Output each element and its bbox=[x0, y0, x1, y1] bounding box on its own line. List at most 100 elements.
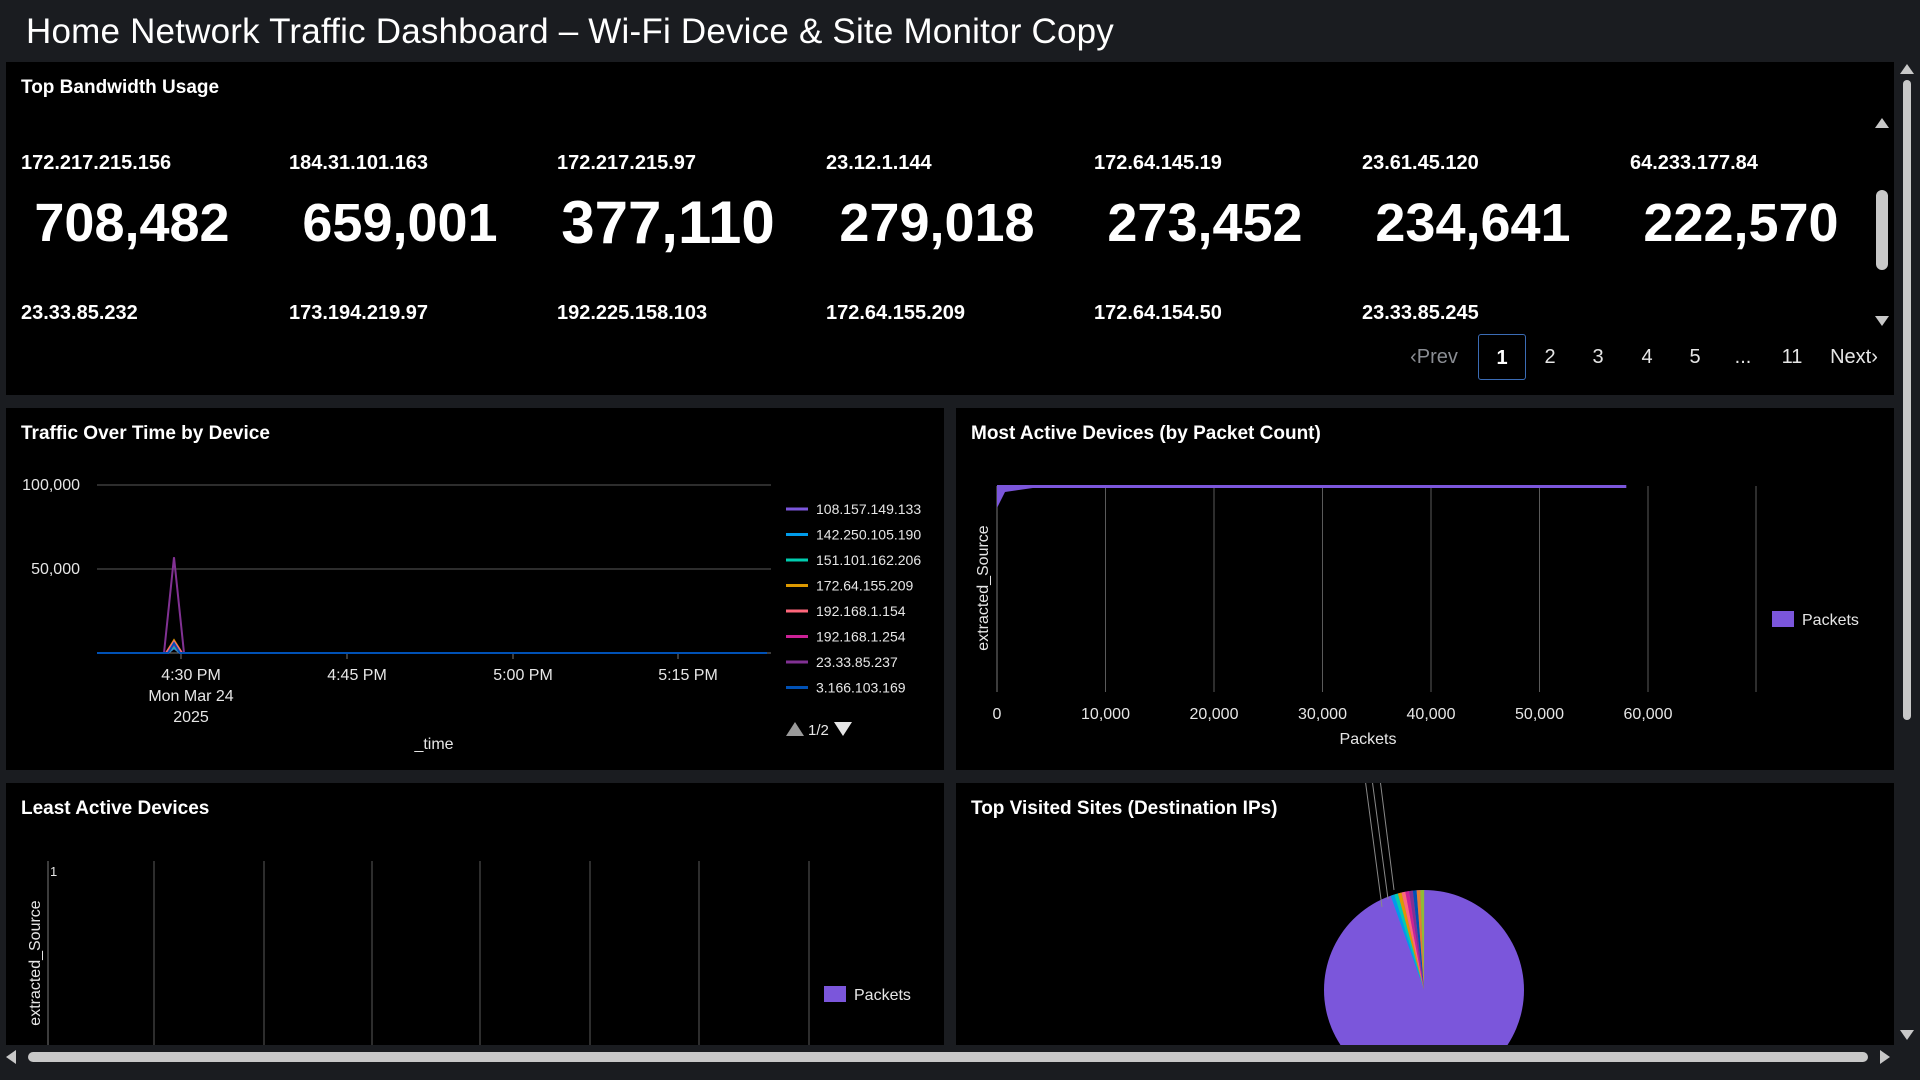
bar[interactable] bbox=[997, 485, 1627, 488]
legend-item[interactable]: 142.250.105.190 bbox=[816, 527, 921, 543]
pagination-page-5[interactable]: 5 bbox=[1671, 334, 1719, 380]
ip-label: 23.12.1.144 bbox=[826, 152, 932, 174]
single-value[interactable]: 222,570 bbox=[1621, 192, 1861, 254]
scrollbar-thumb[interactable] bbox=[28, 1052, 1868, 1062]
single-value[interactable]: 377,110 bbox=[548, 188, 788, 257]
legend-item[interactable]: Packets bbox=[1802, 612, 1859, 629]
single-value[interactable]: 659,001 bbox=[280, 192, 520, 254]
top-visited-sites-panel: Top Visited Sites (Destination IPs) 108.… bbox=[956, 783, 1894, 1045]
page-vertical-scrollbar[interactable] bbox=[1896, 62, 1918, 1042]
pagination-next-button[interactable]: Next› bbox=[1822, 334, 1886, 380]
x-axis-label: _time bbox=[413, 736, 453, 753]
y-tick-label: 100,000 bbox=[22, 477, 80, 494]
ip-label: 172.64.145.19 bbox=[1094, 152, 1222, 174]
most-active-bar-chart[interactable]: 0 10,000 20,000 30,000 40,000 50,000 60,000 Pac… bbox=[956, 408, 1894, 770]
x-tick-label: 10,000 bbox=[1081, 706, 1130, 723]
chevron-right-icon: › bbox=[1871, 346, 1878, 368]
scroll-right-icon[interactable] bbox=[1880, 1050, 1890, 1064]
series-line[interactable] bbox=[97, 642, 767, 654]
panel-title: Top Bandwidth Usage bbox=[21, 77, 220, 98]
single-value[interactable]: 279,018 bbox=[817, 192, 1057, 254]
chevron-left-icon: ‹ bbox=[1410, 346, 1417, 368]
ip-label: 172.64.154.50 bbox=[1094, 302, 1222, 324]
legend-item[interactable]: 192.168.1.154 bbox=[816, 603, 906, 619]
scroll-up-icon[interactable] bbox=[1900, 64, 1914, 74]
legend-prev-icon[interactable] bbox=[786, 722, 804, 736]
ip-label: 172.217.215.156 bbox=[21, 152, 172, 174]
legend-item[interactable]: 151.101.162.206 bbox=[816, 552, 921, 568]
legend-page-indicator: 1/2 bbox=[808, 722, 829, 739]
legend-item[interactable]: 192.168.1.254 bbox=[816, 629, 906, 645]
scroll-down-icon[interactable] bbox=[1900, 1030, 1914, 1040]
x-tick-label: 5:00 PM bbox=[493, 667, 553, 684]
pagination-ellipsis: ... bbox=[1734, 346, 1752, 368]
traffic-over-time-panel: Traffic Over Time by Device 100,000 50,00… bbox=[6, 408, 944, 770]
series-line[interactable] bbox=[97, 641, 767, 654]
scroll-up-icon[interactable] bbox=[1875, 118, 1889, 128]
legend-swatch bbox=[1772, 611, 1794, 627]
scrollbar-thumb[interactable] bbox=[1876, 190, 1888, 270]
x-tick-label: 4:45 PM bbox=[327, 667, 387, 684]
bar[interactable] bbox=[997, 486, 1047, 508]
page-title: Home Network Traffic Dashboard – Wi-Fi D… bbox=[26, 12, 1114, 51]
x-tick-label: 5:15 PM bbox=[658, 667, 718, 684]
pagination: ‹Prev 1 2 3 4 5 ... 11 Next› bbox=[1402, 334, 1892, 380]
most-active-devices-panel: Most Active Devices (by Packet Count) 01… bbox=[956, 408, 1894, 770]
x-tick-label: 4:30 PM bbox=[161, 667, 221, 684]
pagination-prev-button[interactable]: ‹Prev bbox=[1402, 334, 1466, 380]
ip-label: 23.33.85.245 bbox=[1362, 302, 1479, 324]
traffic-line-chart[interactable]: 100,000 50,000 4:30 PM Mon Mar 24 2025 4:45 P… bbox=[6, 408, 944, 770]
least-active-devices-panel: Least Active Devices 1 extracted_Source Pa… bbox=[6, 783, 944, 1045]
x-tick-label: 60,000 bbox=[1624, 706, 1673, 723]
pagination-page-2[interactable]: 2 bbox=[1526, 334, 1574, 380]
y-axis-label: extracted_Source bbox=[975, 525, 992, 651]
scroll-down-icon[interactable] bbox=[1875, 316, 1889, 326]
pagination-page-11[interactable]: 11 bbox=[1768, 334, 1816, 380]
series-line[interactable] bbox=[97, 638, 767, 654]
legend-next-icon[interactable] bbox=[834, 722, 852, 736]
legend-swatch bbox=[824, 986, 846, 1002]
page-horizontal-scrollbar[interactable] bbox=[0, 1046, 1896, 1068]
legend-item[interactable]: 172.64.155.209 bbox=[816, 578, 914, 594]
y-axis-label: extracted_Source bbox=[27, 900, 44, 1026]
pie-leader-line bbox=[1365, 783, 1383, 908]
ip-label: 172.217.215.97 bbox=[557, 152, 697, 174]
legend-item[interactable]: Packets bbox=[854, 987, 911, 1004]
ip-label: 64.233.177.84 bbox=[1630, 152, 1758, 174]
title-bar: Home Network Traffic Dashboard – Wi-Fi D… bbox=[0, 0, 1920, 62]
x-tick-label: 2025 bbox=[173, 709, 209, 726]
next-label: Next bbox=[1830, 346, 1872, 368]
series-line[interactable] bbox=[97, 639, 767, 654]
prev-label: Prev bbox=[1416, 346, 1458, 368]
x-axis-label: Packets bbox=[1340, 731, 1397, 748]
panel-scrollbar[interactable] bbox=[1872, 116, 1890, 328]
ip-label: 172.64.155.209 bbox=[826, 302, 966, 324]
series-line[interactable] bbox=[97, 557, 767, 654]
top-bandwidth-panel: Top Bandwidth Usage 172.217.215.156 184.… bbox=[6, 62, 1894, 395]
legend-item[interactable]: 23.33.85.237 bbox=[816, 654, 898, 670]
x-tick-label: 50,000 bbox=[1515, 706, 1564, 723]
y-tick-label: 1 bbox=[50, 864, 57, 879]
legend-item[interactable]: 108.157.149.133 bbox=[816, 501, 921, 517]
pie-leader-line bbox=[1372, 783, 1389, 900]
x-tick-label: 0 bbox=[993, 706, 1002, 723]
top-sites-pie-chart[interactable]: 108.157.149.13323.33.85.237Broadcast bbox=[956, 783, 1894, 1045]
scroll-left-icon[interactable] bbox=[6, 1050, 16, 1064]
ip-label: 184.31.101.163 bbox=[289, 152, 429, 174]
ip-label: 192.225.158.103 bbox=[557, 302, 708, 324]
least-active-bar-chart[interactable]: 1 extracted_Source Packets bbox=[6, 783, 944, 1045]
pagination-page-1[interactable]: 1 bbox=[1478, 334, 1526, 380]
x-tick-label: Mon Mar 24 bbox=[148, 688, 233, 705]
x-tick-label: 40,000 bbox=[1407, 706, 1456, 723]
single-value[interactable]: 234,641 bbox=[1353, 192, 1593, 254]
x-tick-label: 30,000 bbox=[1298, 706, 1347, 723]
pagination-page-4[interactable]: 4 bbox=[1623, 334, 1671, 380]
single-value[interactable]: 273,452 bbox=[1085, 192, 1325, 254]
x-tick-label: 20,000 bbox=[1190, 706, 1239, 723]
ip-label: 23.61.45.120 bbox=[1362, 152, 1479, 174]
single-value[interactable]: 708,482 bbox=[12, 192, 252, 254]
pagination-page-3[interactable]: 3 bbox=[1574, 334, 1622, 380]
ip-label: 173.194.219.97 bbox=[289, 302, 429, 324]
scrollbar-thumb[interactable] bbox=[1903, 80, 1911, 720]
legend-item[interactable]: 3.166.103.169 bbox=[816, 680, 906, 696]
